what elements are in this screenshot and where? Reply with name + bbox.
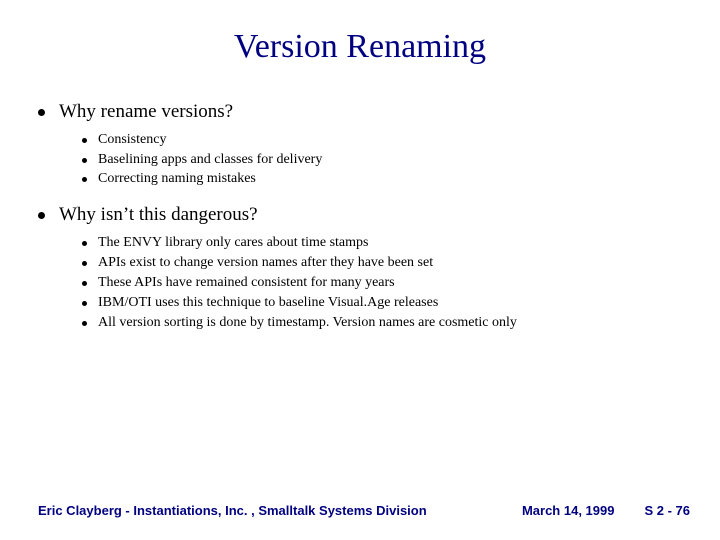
list-item: The ENVY library only cares about time s… — [82, 234, 690, 253]
sub-item-text: Correcting naming mistakes — [98, 170, 256, 189]
sub-item-text: IBM/OTI uses this technique to baseline … — [98, 294, 438, 313]
bullet-icon — [82, 177, 87, 182]
list-item: Correcting naming mistakes — [82, 170, 690, 189]
bullet-icon — [82, 158, 87, 163]
list-item: Baselining apps and classes for delivery — [82, 151, 690, 170]
sub-item-text: These APIs have remained consistent for … — [98, 274, 395, 293]
slide: Version Renaming Why rename versions? Co… — [0, 0, 720, 540]
list-item: These APIs have remained consistent for … — [82, 274, 690, 293]
bullet-icon — [82, 281, 87, 286]
sub-list: Consistency Baselining apps and classes … — [38, 131, 690, 190]
slide-title: Version Renaming — [0, 0, 720, 86]
list-item: Why isn’t this dangerous? — [38, 203, 690, 228]
section-heading: Why isn’t this dangerous? — [59, 203, 258, 228]
slide-footer: Eric Clayberg - Instantiations, Inc. , S… — [0, 503, 720, 518]
section-heading: Why rename versions? — [59, 100, 233, 125]
slide-content: Why rename versions? Consistency Baselin… — [0, 100, 720, 333]
footer-author: Eric Clayberg - Instantiations, Inc. , S… — [38, 503, 492, 518]
sub-item-text: All version sorting is done by timestamp… — [98, 314, 517, 333]
sub-item-text: Consistency — [98, 131, 166, 150]
list-item: Consistency — [82, 131, 690, 150]
footer-page: S 2 - 76 — [644, 503, 690, 518]
bullet-icon — [38, 212, 45, 219]
footer-date: March 14, 1999 — [522, 503, 615, 518]
sub-list: The ENVY library only cares about time s… — [38, 234, 690, 332]
bullet-icon — [38, 109, 45, 116]
bullet-icon — [82, 301, 87, 306]
list-item: All version sorting is done by timestamp… — [82, 314, 690, 333]
list-item: IBM/OTI uses this technique to baseline … — [82, 294, 690, 313]
sub-item-text: APIs exist to change version names after… — [98, 254, 433, 273]
sub-item-text: Baselining apps and classes for delivery — [98, 151, 322, 170]
bullet-icon — [82, 261, 87, 266]
bullet-icon — [82, 321, 87, 326]
list-item: APIs exist to change version names after… — [82, 254, 690, 273]
list-item: Why rename versions? — [38, 100, 690, 125]
bullet-icon — [82, 241, 87, 246]
sub-item-text: The ENVY library only cares about time s… — [98, 234, 368, 253]
bullet-icon — [82, 138, 87, 143]
